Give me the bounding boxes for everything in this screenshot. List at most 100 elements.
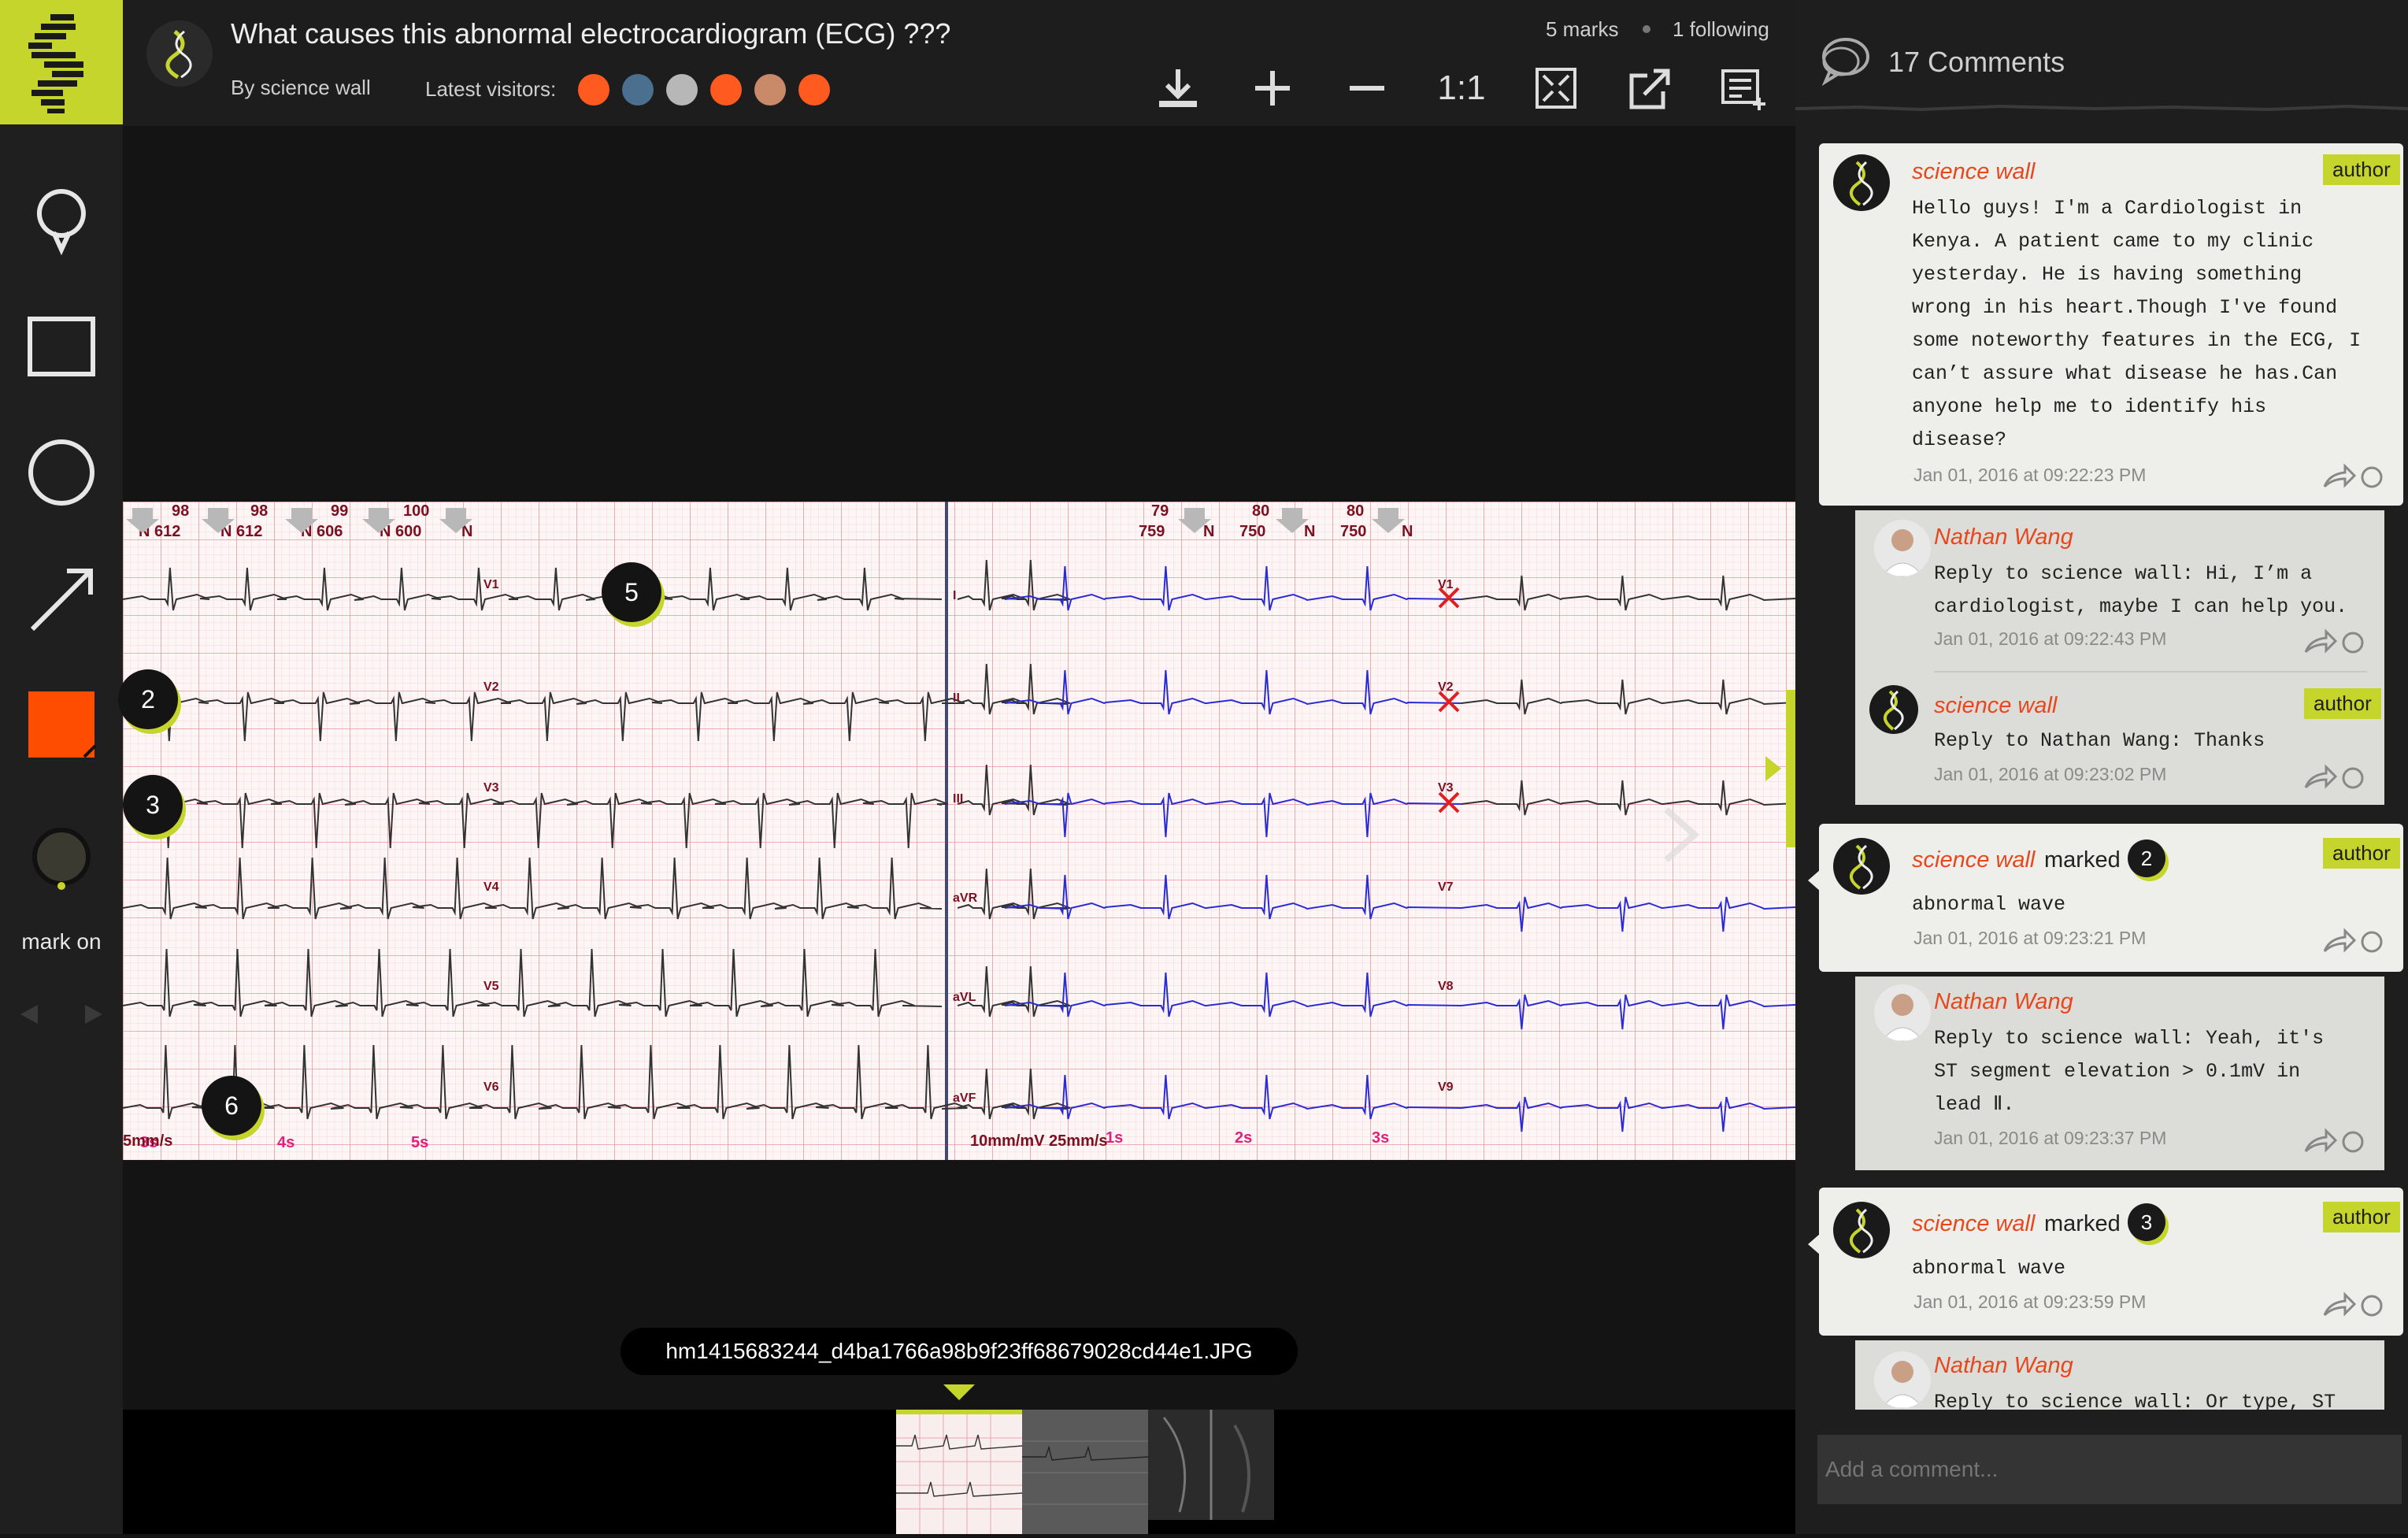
ecg-lead-label: V3 (483, 781, 499, 795)
color-picker[interactable] (22, 685, 101, 764)
ecg-time-label: 1s (1106, 1129, 1123, 1147)
commenter-avatar[interactable] (1833, 1202, 1890, 1258)
prev-arrow-icon[interactable] (6, 991, 54, 1038)
commenter-name[interactable]: science wall (1934, 693, 2057, 719)
ecg-top-value: 80 (1252, 502, 1269, 520)
visitor-avatar[interactable] (622, 74, 654, 106)
reply-icon (2361, 1295, 2383, 1317)
comment-date: Jan 01, 2016 at 09:23:02 PM (1934, 764, 2167, 784)
ecg-lead-label: V1 (483, 578, 499, 591)
app-logo[interactable] (0, 0, 123, 124)
ecg-time-label: 2s (1235, 1129, 1252, 1147)
visitor-avatar[interactable] (754, 74, 786, 106)
comment-text: Reply to Nathan Wang: Thanks (1934, 729, 2265, 752)
visitor-avatar[interactable] (578, 74, 609, 106)
ecg-lead-label: aVR (953, 891, 978, 905)
ecg-lead-label: V6 (483, 1080, 499, 1094)
next-arrow-icon[interactable] (69, 991, 117, 1038)
zoom-out-icon[interactable] (1334, 55, 1400, 121)
comment-date: Jan 01, 2016 at 09:22:23 PM (1913, 465, 2147, 485)
doctor-avatar-icon (1881, 529, 1924, 576)
commenter-avatar[interactable] (1874, 1351, 1931, 1408)
panel-collapse-handle[interactable] (1786, 690, 1795, 847)
commenter-name[interactable]: science wall (1912, 847, 2035, 873)
ecg-image[interactable]: 98 98 99 100 N 612 N 612 N 606 N 600 N 79 80 80 759 N… (122, 502, 1796, 1160)
commenter-avatar[interactable] (1874, 520, 1931, 576)
commenter-name[interactable]: Nathan Wang (1934, 989, 2073, 1015)
comment-text: Reply to science wall: Hi, I’m a cardiol… (1934, 562, 2348, 618)
share-external-icon[interactable] (1617, 55, 1684, 121)
comment-actions (2302, 628, 2365, 657)
ecg-top-value: 100 (403, 502, 429, 520)
comment-actions (2321, 928, 2384, 956)
following-count[interactable]: 1 following (1673, 17, 1769, 42)
ecg-lead-label: V7 (1438, 880, 1454, 894)
ecg-lead-label: V4 (483, 880, 499, 894)
mark-pin-3[interactable]: 3 (123, 775, 183, 835)
commenter-avatar[interactable] (1869, 685, 1918, 734)
marked-label: marked (2044, 1211, 2121, 1236)
share-icon (2304, 764, 2338, 789)
ecg-time-label: 4s (277, 1134, 295, 1151)
ecg-time-label: 5s (411, 1134, 428, 1151)
card-pointer (1808, 869, 1821, 891)
comment-actions (2302, 764, 2365, 792)
add-note-icon[interactable] (1712, 55, 1778, 121)
card-pointer (1808, 1233, 1821, 1255)
commenter-name[interactable]: science wall (1912, 159, 2035, 185)
thumbnail-1[interactable] (896, 1410, 1023, 1534)
author-avatar[interactable] (146, 20, 213, 87)
panel-toggle-arrow-icon[interactable] (1764, 754, 1783, 783)
pin-tool-icon[interactable] (22, 181, 101, 260)
current-thumb-indicator-icon (942, 1384, 976, 1400)
comments-icon (1817, 32, 1873, 87)
mark-on-label: mark on (21, 929, 102, 954)
comment-date: Jan 01, 2016 at 09:23:59 PM (1913, 1292, 2147, 1312)
arrow-tool-icon[interactable] (22, 559, 101, 638)
ecg-time-label: 3s (1372, 1129, 1389, 1147)
actual-size-button[interactable]: 1:1 (1428, 55, 1495, 121)
ecg-lead-label: II (953, 691, 960, 705)
comment-input[interactable] (1817, 1435, 2402, 1504)
visitor-avatar[interactable] (710, 74, 742, 106)
ecg-lead-label: V9 (1438, 1080, 1454, 1094)
visitor-avatar[interactable] (798, 74, 830, 106)
mark-reference[interactable]: 2 (2128, 839, 2165, 877)
mark-pin-2[interactable]: 2 (118, 669, 178, 729)
visitor-avatar[interactable] (666, 74, 698, 106)
author-byline[interactable]: By science wall (231, 76, 371, 100)
commenter-avatar[interactable] (1833, 154, 1890, 211)
thumbnail-3[interactable] (1148, 1410, 1274, 1520)
thumbnail-2[interactable] (1022, 1410, 1149, 1534)
dna-avatar-icon (1850, 1208, 1873, 1254)
comment-card (1819, 824, 2403, 972)
comment-actions (2321, 463, 2384, 491)
commenter-name[interactable]: Nathan Wang (1934, 1353, 2073, 1379)
ecg-top-label: 750 (1340, 523, 1366, 540)
mark-reference[interactable]: 3 (2128, 1203, 2165, 1241)
comment-date: Jan 01, 2016 at 09:22:43 PM (1934, 628, 2167, 649)
ecg-top-label: N (1304, 523, 1315, 540)
commenter-avatar[interactable] (1874, 984, 1931, 1041)
mark-toggle[interactable] (22, 817, 101, 896)
ecg-top-value: 99 (331, 502, 348, 520)
circle-tool-icon[interactable] (22, 433, 101, 512)
image-filename: hm1415683244_d4ba1766a98b9f23ff68679028c… (621, 1328, 1298, 1375)
commenter-name[interactable]: Nathan Wang (1934, 524, 2073, 550)
commenter-avatar[interactable] (1833, 838, 1890, 895)
rectangle-tool-icon[interactable] (22, 307, 101, 386)
fit-screen-icon[interactable] (1523, 55, 1589, 121)
reply-icon (2361, 466, 2383, 488)
comment-actions (2321, 1292, 2384, 1320)
download-icon[interactable] (1145, 55, 1211, 121)
next-image-chevron-icon[interactable] (1658, 803, 1706, 866)
share-icon (2323, 928, 2357, 953)
commenter-name[interactable]: science wall (1912, 1211, 2035, 1237)
mark-pin-6[interactable]: 6 (202, 1076, 261, 1136)
mark-pin-5[interactable]: 5 (602, 562, 661, 622)
share-icon (2304, 628, 2338, 654)
ecg-lead-label: aVL (953, 991, 976, 1004)
ecg-calibration-label: 10mm/mV 25mm/s (970, 1132, 1108, 1150)
zoom-in-icon[interactable] (1239, 55, 1306, 121)
active-color-swatch (28, 691, 94, 758)
